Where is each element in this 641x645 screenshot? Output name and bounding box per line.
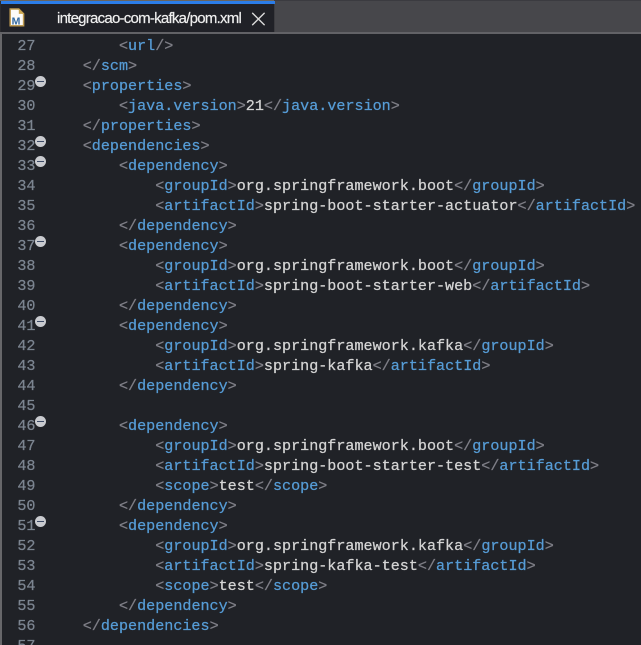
- svg-text:M: M: [12, 16, 21, 27]
